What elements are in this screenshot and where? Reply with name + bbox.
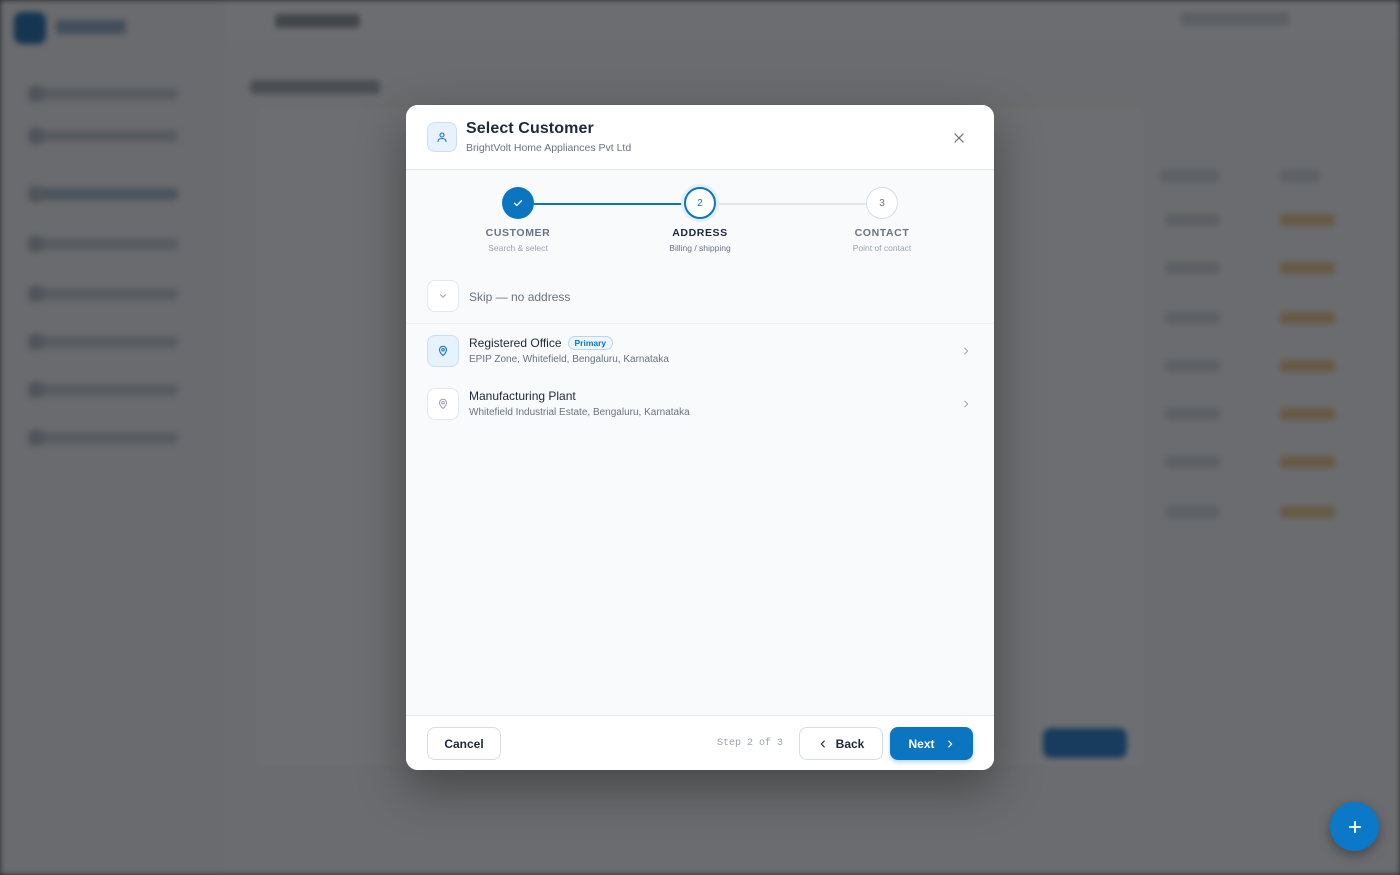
back-button-label: Back	[835, 736, 865, 751]
wizard-stepper: CUSTOMER Search & select 2 ADDRESS Billi…	[406, 170, 994, 265]
back-button[interactable]: Back	[799, 727, 883, 760]
address-name: Manufacturing Plant	[469, 389, 576, 403]
modal-title: Select Customer	[466, 120, 594, 137]
skip-address-option[interactable]: Skip — no address	[427, 280, 973, 314]
step-3-sublabel: Point of contact	[852, 243, 912, 253]
select-customer-modal: Select Customer BrightVolt Home Applianc…	[406, 105, 994, 770]
step-1-circle[interactable]	[502, 187, 534, 219]
step-1-label: CUSTOMER	[485, 227, 551, 239]
step-3-circle: 3	[866, 187, 898, 219]
step-2-circle: 2	[684, 187, 716, 219]
step-connector-2	[716, 203, 866, 205]
modal-footer: Cancel Step 2 of 3 Back Next	[406, 715, 994, 770]
user-icon	[427, 122, 457, 152]
step-3-label: CONTACT	[854, 227, 910, 239]
address-name: Registered Office	[469, 336, 562, 350]
address-option-registered-office[interactable]: Registered Office Primary EPIP Zone, Whit…	[406, 323, 994, 377]
step-2-sublabel: Billing / shipping	[669, 243, 731, 253]
modal-subtitle: BrightVolt Home Appliances Pvt Ltd	[466, 142, 632, 154]
skip-address-label: Skip — no address	[469, 290, 571, 304]
chevron-down-icon	[427, 280, 459, 312]
modal-header: Select Customer BrightVolt Home Applianc…	[406, 105, 994, 170]
step-2-label: ADDRESS	[672, 227, 728, 239]
plus-icon	[1348, 820, 1361, 833]
close-icon[interactable]	[947, 126, 971, 150]
address-option-manufacturing-plant[interactable]: Manufacturing Plant Whitefield Industria…	[406, 377, 994, 431]
map-pin-icon	[427, 335, 459, 367]
cancel-button[interactable]: Cancel	[427, 727, 501, 760]
map-pin-icon	[427, 388, 459, 420]
chevron-right-icon	[960, 398, 972, 410]
chevron-right-icon	[947, 740, 952, 747]
add-fab-button[interactable]	[1330, 802, 1379, 851]
step-connector-1	[534, 203, 682, 205]
step-1-sublabel: Search & select	[488, 243, 548, 253]
next-button[interactable]: Next	[890, 727, 973, 760]
step-indicator: Step 2 of 3	[717, 738, 784, 749]
chevron-left-icon	[820, 740, 825, 747]
primary-badge: Primary	[567, 336, 614, 350]
chevron-right-icon	[960, 345, 972, 357]
address-line: EPIP Zone, Whitefield, Bengaluru, Karnat…	[469, 354, 669, 365]
check-icon	[513, 200, 523, 207]
next-button-label: Next	[908, 736, 935, 751]
address-line: Whitefield Industrial Estate, Bengaluru,…	[469, 407, 690, 418]
